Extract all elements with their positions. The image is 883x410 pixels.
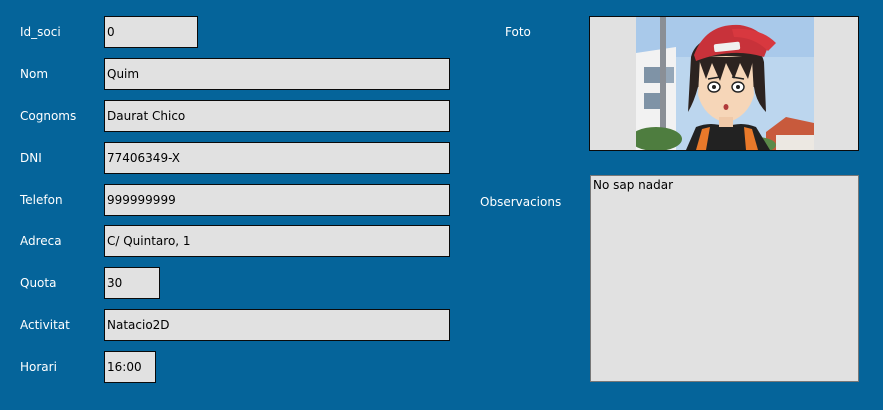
label-id-soci: Id_soci: [20, 25, 61, 39]
label-horari: Horari: [20, 360, 57, 374]
observacions-field[interactable]: No sap nadar: [590, 175, 859, 382]
quota-field[interactable]: [104, 267, 160, 299]
adreca-field[interactable]: [104, 225, 450, 257]
nom-field[interactable]: [104, 58, 450, 90]
telefon-field[interactable]: [104, 184, 450, 216]
label-telefon: Telefon: [20, 193, 63, 207]
label-activitat: Activitat: [20, 318, 70, 332]
label-nom: Nom: [20, 67, 49, 81]
label-dni: DNI: [20, 151, 42, 165]
label-adreca: Adreca: [20, 234, 62, 248]
label-foto: Foto: [505, 25, 531, 39]
member-photo: [636, 17, 814, 150]
label-observacions: Observacions: [480, 195, 562, 209]
dni-field[interactable]: [104, 142, 450, 174]
activitat-field[interactable]: [104, 309, 450, 341]
label-cognoms: Cognoms: [20, 109, 77, 123]
horari-field[interactable]: [104, 351, 156, 383]
photo-box[interactable]: [589, 16, 859, 151]
label-quota: Quota: [20, 276, 57, 290]
id-soci-field[interactable]: [104, 16, 198, 48]
cognoms-field[interactable]: [104, 100, 450, 132]
